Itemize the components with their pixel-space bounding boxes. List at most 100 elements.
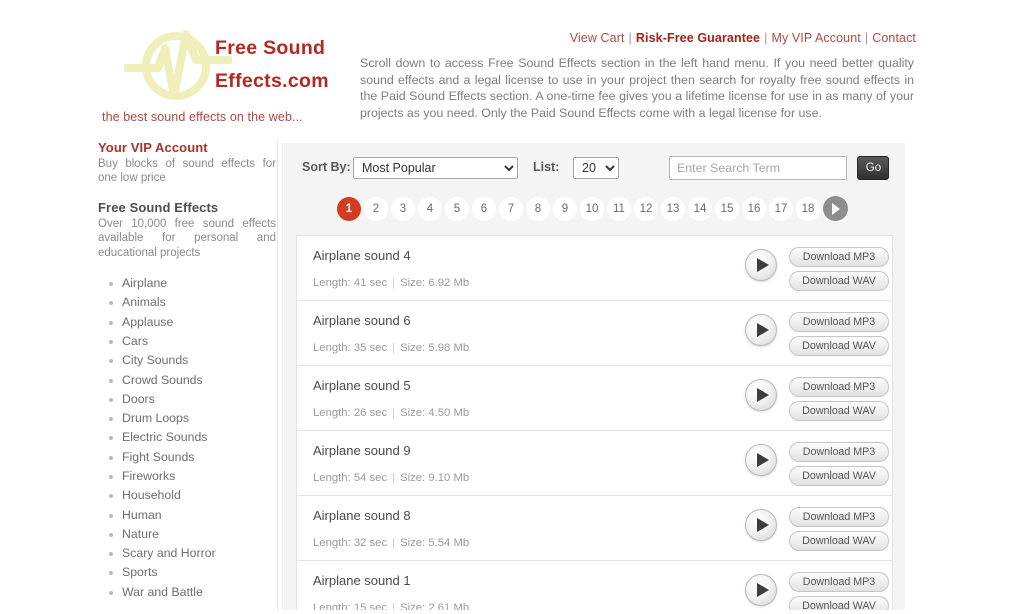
download-mp3-button[interactable]: Download MP3 — [789, 247, 889, 267]
pagination-page-15[interactable]: 15 — [715, 196, 739, 221]
sidebar-category-item[interactable]: Fight Sounds — [98, 448, 276, 467]
sidebar-text-vip: Buy blocks of sound effects for one low … — [98, 158, 276, 185]
pagination-page-11[interactable]: 11 — [607, 196, 631, 221]
sound-size: Size: 5.54 Mb — [400, 537, 470, 549]
sidebar-category-label: Airplane — [122, 276, 168, 291]
sound-title[interactable]: Airplane sound 4 — [313, 248, 411, 263]
sidebar-category-label: Cars — [122, 333, 148, 348]
play-icon[interactable] — [745, 314, 777, 346]
download-wav-button[interactable]: Download WAV — [789, 531, 889, 551]
sidebar-category-item[interactable]: Electric Sounds — [98, 428, 276, 447]
download-mp3-button[interactable]: Download MP3 — [789, 507, 889, 527]
sidebar-category-item[interactable]: Cars — [98, 332, 276, 351]
nav-risk-free-guarantee[interactable]: Risk-Free Guarantee — [636, 31, 760, 45]
meta-separator: | — [392, 407, 396, 419]
sidebar-category-item[interactable]: War and Battle — [98, 583, 276, 602]
sidebar-category-item[interactable]: Fireworks — [98, 467, 276, 486]
nav-contact[interactable]: Contact — [872, 31, 916, 45]
sidebar-category-item[interactable]: Scary and Horror — [98, 544, 276, 563]
play-icon[interactable] — [745, 509, 777, 541]
list-count-select[interactable]: 20 — [573, 157, 619, 179]
sidebar-category-item[interactable]: Applause — [98, 313, 276, 332]
pagination-page-8[interactable]: 8 — [526, 196, 550, 221]
pagination-page-7[interactable]: 7 — [499, 196, 523, 221]
site-logo[interactable]: Free Sound Effects.com the best sound ef… — [98, 22, 348, 124]
pagination-page-9[interactable]: 9 — [553, 196, 577, 221]
viewport-bottom-edge — [0, 610, 1024, 614]
nav-view-cart[interactable]: View Cart — [570, 31, 625, 45]
search-input[interactable] — [669, 156, 847, 180]
sound-title[interactable]: Airplane sound 6 — [313, 313, 411, 328]
pagination-page-6[interactable]: 6 — [472, 196, 496, 221]
pagination-next-icon[interactable] — [823, 196, 848, 221]
download-mp3-button[interactable]: Download MP3 — [789, 572, 889, 592]
sidebar-category-label: Sports — [122, 565, 158, 580]
sidebar-category-label: Scary and Horror — [122, 546, 216, 561]
pagination-page-16[interactable]: 16 — [742, 196, 766, 221]
download-mp3-button[interactable]: Download MP3 — [789, 442, 889, 462]
logo-line-1: Free Sound — [215, 37, 326, 59]
sidebar-category-item[interactable]: City Sounds — [98, 351, 276, 370]
pagination-page-14[interactable]: 14 — [688, 196, 712, 221]
nav-separator: | — [628, 31, 632, 45]
sound-title[interactable]: Airplane sound 8 — [313, 508, 411, 523]
sidebar-category-item[interactable]: Crowd Sounds — [98, 371, 276, 390]
sidebar-heading-free[interactable]: Free Sound Effects — [98, 200, 276, 215]
pagination-page-18[interactable]: 18 — [796, 196, 820, 221]
pagination-page-1[interactable]: 1 — [337, 196, 361, 221]
sidebar-category-item[interactable]: Drum Loops — [98, 409, 276, 428]
sidebar-category-label: Fireworks — [122, 469, 176, 483]
sound-title[interactable]: Airplane sound 1 — [313, 573, 411, 588]
sound-size: Size: 6.92 Mb — [400, 277, 470, 289]
sound-title[interactable]: Airplane sound 9 — [313, 443, 411, 458]
logo-line-2: Effects.com — [215, 70, 329, 92]
sidebar-category-item[interactable]: Animals — [98, 293, 276, 312]
sidebar-category-label: Electric Sounds — [122, 430, 208, 445]
sidebar-category-item[interactable]: Doors — [98, 390, 276, 409]
pagination-page-10[interactable]: 10 — [580, 196, 604, 221]
pagination-page-17[interactable]: 17 — [769, 196, 793, 221]
results-list: Airplane sound 4 Length: 41 sec | Size: 6.9… — [296, 235, 893, 614]
pagination-page-5[interactable]: 5 — [445, 196, 469, 221]
sound-size: Size: 9.10 Mb — [400, 472, 470, 484]
sidebar-category-label: Crowd Sounds — [122, 372, 203, 387]
sound-title[interactable]: Airplane sound 5 — [313, 378, 411, 393]
logo-tagline: the best sound effects on the web... — [102, 110, 303, 124]
download-mp3-button[interactable]: Download MP3 — [789, 312, 889, 332]
sidebar-heading-vip[interactable]: Your VIP Account — [98, 140, 276, 155]
nav-my-vip-account[interactable]: My VIP Account — [771, 31, 860, 45]
sound-length: Length: 54 sec — [313, 472, 388, 484]
play-icon[interactable] — [745, 444, 777, 476]
pagination-page-2[interactable]: 2 — [364, 196, 388, 221]
pagination: 1 2 3 4 5 6 7 8 9 10 11 12 13 14 15 16 17 18 — [337, 196, 848, 226]
pagination-page-12[interactable]: 12 — [634, 196, 658, 221]
sound-meta: Length: 35 sec | Size: 5.98 Mb — [313, 342, 469, 354]
pagination-page-3[interactable]: 3 — [391, 196, 415, 221]
sidebar-category-label: Drum Loops — [122, 411, 189, 426]
sidebar-category-item[interactable]: Human — [98, 506, 276, 525]
play-icon[interactable] — [745, 379, 777, 411]
download-wav-button[interactable]: Download WAV — [789, 466, 889, 486]
download-mp3-button[interactable]: Download MP3 — [789, 377, 889, 397]
sidebar-category-item[interactable]: Household — [98, 486, 276, 505]
search-go-button[interactable]: Go — [857, 156, 890, 180]
top-navigation: View Cart | Risk-Free Guarantee | My VIP Acc… — [570, 31, 916, 45]
sort-by-select[interactable]: Most Popular — [353, 157, 518, 179]
pagination-page-4[interactable]: 4 — [418, 196, 442, 221]
sidebar-category-label: Household — [122, 488, 181, 503]
download-wav-button[interactable]: Download WAV — [789, 271, 889, 291]
page-root: Free Sound Effects.com the best sound ef… — [0, 0, 1024, 614]
sidebar-category-label: City Sounds — [122, 353, 189, 368]
play-icon[interactable] — [745, 574, 777, 606]
sidebar-category-item[interactable]: Airplane — [98, 274, 276, 293]
sound-length: Length: 26 sec — [313, 407, 388, 419]
sidebar-text-free: Over 10,000 free sound effects available… — [98, 217, 276, 259]
sidebar-category-label: Doors — [122, 391, 155, 406]
sidebar-category-item[interactable]: Nature — [98, 525, 276, 544]
pagination-page-13[interactable]: 13 — [661, 196, 685, 221]
meta-separator: | — [392, 277, 396, 289]
play-icon[interactable] — [745, 249, 777, 281]
sidebar-category-item[interactable]: Sports — [98, 563, 276, 582]
download-wav-button[interactable]: Download WAV — [789, 336, 889, 356]
download-wav-button[interactable]: Download WAV — [789, 401, 889, 421]
